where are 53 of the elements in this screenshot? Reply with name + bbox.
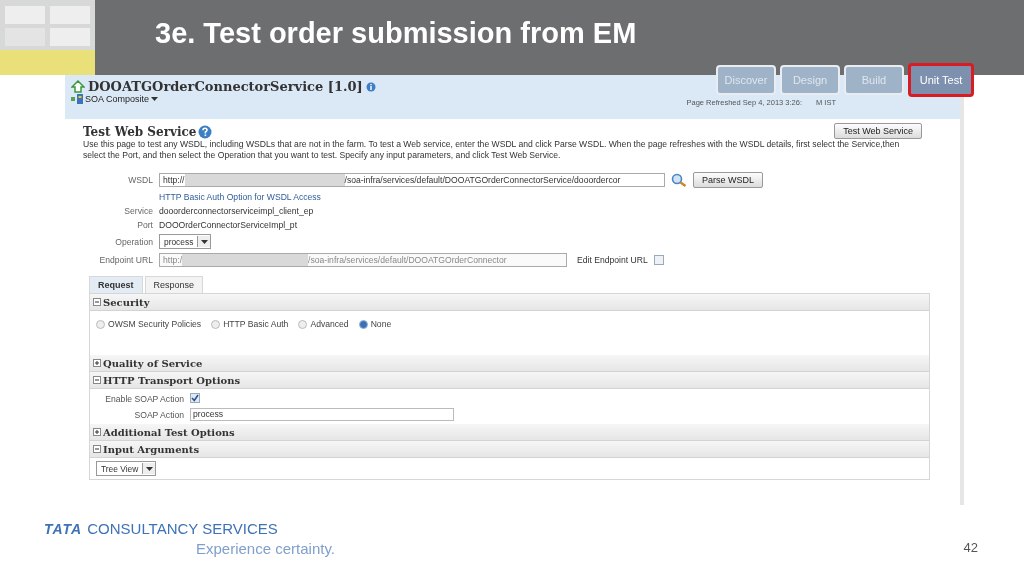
operation-dropdown[interactable]: process — [159, 234, 212, 249]
radio-button[interactable] — [298, 319, 308, 329]
service-value: dooorderconnectorserviceimpl_client_ep — [159, 206, 314, 216]
section-heading: Test Web Service — [83, 125, 197, 139]
checkmark-icon — [191, 394, 199, 402]
field-label: Enable SOAP Action — [104, 393, 184, 404]
field-label: Endpoint URL — [98, 255, 153, 265]
soap-action-field[interactable]: process — [190, 408, 454, 421]
endpoint-field[interactable]: http:/ /soa-infra/services/default/DOOATGOrderConnector — [159, 253, 567, 267]
checkbox-label: Edit Endpoint URL — [577, 255, 648, 265]
radio-label: OWSM Security Policies — [108, 319, 202, 329]
radio-label: Advanced — [310, 319, 349, 329]
composite-icon — [71, 94, 83, 104]
radio-button[interactable] — [211, 319, 221, 329]
caret-icon — [151, 97, 159, 101]
wsdl-field[interactable]: http:// /soa-infra/services/default/DOOATGOrderConnectorService/dooordercor — [159, 173, 665, 187]
radio-button[interactable] — [358, 319, 368, 329]
field-label: WSDL — [127, 175, 153, 185]
dropdown-icon — [200, 239, 208, 244]
section-header[interactable]: Quality of Service — [90, 355, 929, 372]
parse-wsdl-button[interactable]: Parse WSDL — [693, 172, 763, 188]
test-web-service-button[interactable]: Test Web Service — [834, 123, 922, 139]
info-icon — [365, 81, 376, 92]
checkbox[interactable] — [653, 255, 664, 265]
field-label: Port — [136, 220, 153, 230]
checkbox[interactable] — [190, 393, 200, 403]
view-dropdown[interactable]: Tree View — [96, 461, 157, 476]
tagline: Experience certainty. — [196, 540, 335, 557]
page-title: DOOATGOrderConnectorService [1.0] — [88, 79, 363, 94]
field-label: SOAP Action — [133, 409, 184, 420]
dropdown-icon — [145, 466, 153, 471]
page-number: 42 — [963, 540, 978, 557]
port-value: DOOOrderConnectorServiceImpl_pt — [159, 220, 298, 230]
section-header[interactable]: Security — [90, 294, 929, 311]
brand-name: CONSULTANCY SERVICES — [87, 520, 278, 537]
tab[interactable]: Request — [89, 276, 143, 293]
slide-title: 3e. Test order submission from EM — [155, 17, 637, 50]
section-header[interactable]: Input Arguments — [90, 441, 929, 458]
radio-label: None — [370, 319, 392, 329]
brand-mark: TATA — [44, 521, 83, 537]
tab[interactable]: Response — [144, 276, 204, 293]
search-icon — [671, 173, 687, 187]
soa-composite-menu[interactable]: SOA Composite — [71, 94, 159, 104]
section-header[interactable]: Additional Test Options — [90, 424, 929, 441]
section-header[interactable]: HTTP Transport Options — [90, 372, 929, 389]
radio-button[interactable] — [96, 319, 105, 329]
description: Use this page to test any WSDL, including WSDLs that are not in the farm. To test a Web service, enter the WSDL and click Parse WSDL. When the page refreshes with the WSDL details, first select the Service,then select the Port, and then select the Operation that you want to test. Specify any input parameters, and click Test Web Service. — [83, 139, 901, 160]
field-label: Operation — [114, 236, 153, 247]
field-label: Service — [123, 206, 153, 216]
radio-label: HTTP Basic Auth — [223, 319, 289, 329]
help-icon — [198, 125, 213, 139]
up-arrow-icon — [71, 80, 85, 93]
auth-option-link[interactable]: HTTP Basic Auth Option for WSDL Access — [159, 192, 321, 202]
